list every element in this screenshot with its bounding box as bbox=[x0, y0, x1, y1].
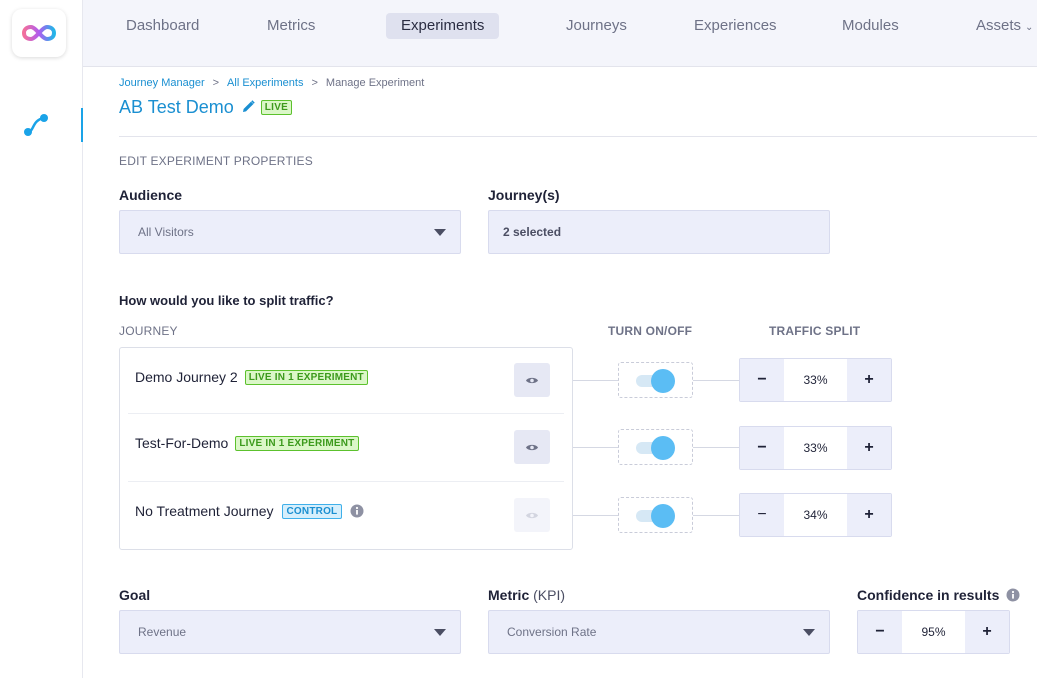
toggle-knob bbox=[651, 436, 675, 460]
tab-dashboard[interactable]: Dashboard bbox=[111, 13, 214, 39]
top-navigation: Dashboard Metrics Experiments Journeys E… bbox=[83, 0, 1037, 67]
journeys-value: 2 selected bbox=[503, 225, 562, 239]
journeys-label: Journey(s) bbox=[488, 187, 560, 203]
decrease-button[interactable]: − bbox=[858, 611, 902, 653]
toggle-knob bbox=[651, 504, 675, 528]
infinity-logo-icon bbox=[22, 24, 56, 42]
live-experiment-badge: LIVE IN 1 EXPERIMENT bbox=[244, 369, 368, 385]
metric-label-text: Metric bbox=[488, 587, 530, 603]
confidence-stepper: − 95% + bbox=[857, 610, 1010, 654]
info-icon[interactable] bbox=[1006, 588, 1020, 602]
page-title: AB Test Demo bbox=[119, 97, 234, 117]
journey-toggle[interactable] bbox=[618, 429, 693, 465]
sidebar bbox=[0, 0, 83, 678]
tab-experiences[interactable]: Experiences bbox=[679, 13, 792, 39]
sidebar-item-journeys[interactable] bbox=[0, 108, 83, 142]
metric-select[interactable]: Conversion Rate bbox=[488, 610, 830, 654]
connector-line bbox=[573, 515, 618, 516]
journey-name: Test-For-Demo bbox=[135, 435, 229, 451]
journey-row: No Treatment Journey CONTROL bbox=[135, 503, 364, 519]
active-indicator bbox=[81, 108, 83, 142]
traffic-stepper: − 33% + bbox=[739, 358, 892, 402]
decrease-button[interactable]: − bbox=[740, 427, 784, 469]
journey-list: Demo Journey 2 LIVE IN 1 EXPERIMENT Test… bbox=[119, 347, 573, 550]
journeys-select[interactable]: 2 selected bbox=[488, 210, 830, 254]
increase-button[interactable]: + bbox=[847, 427, 891, 469]
tab-metrics[interactable]: Metrics bbox=[252, 13, 330, 39]
section-title: EDIT EXPERIMENT PROPERTIES bbox=[119, 154, 313, 168]
traffic-value[interactable]: 34% bbox=[784, 494, 847, 536]
audience-value: All Visitors bbox=[138, 225, 194, 239]
increase-button[interactable]: + bbox=[965, 611, 1009, 653]
increase-button[interactable]: + bbox=[847, 359, 891, 401]
goal-label: Goal bbox=[119, 587, 151, 603]
status-badge: LIVE bbox=[260, 100, 293, 115]
traffic-stepper: − 34% + bbox=[739, 493, 892, 537]
column-header-traffic: TRAFFIC SPLIT bbox=[769, 324, 861, 338]
eye-icon bbox=[526, 512, 538, 518]
title-row: AB Test Demo LIVE bbox=[119, 97, 293, 118]
breadcrumb-separator: > bbox=[212, 77, 220, 89]
journey-toggle[interactable] bbox=[618, 497, 693, 533]
connector-line bbox=[693, 447, 739, 448]
tab-journeys[interactable]: Journeys bbox=[551, 13, 642, 39]
connector-line bbox=[573, 447, 618, 448]
preview-button-disabled bbox=[514, 498, 550, 532]
journey-name: No Treatment Journey bbox=[135, 503, 274, 519]
row-divider bbox=[128, 413, 564, 414]
breadcrumb: Journey Manager > All Experiments > Manage E… bbox=[119, 77, 424, 89]
eye-icon bbox=[526, 377, 538, 383]
control-badge: CONTROL bbox=[281, 503, 343, 519]
breadcrumb-current: Manage Experiment bbox=[325, 77, 425, 89]
divider bbox=[119, 136, 1037, 137]
audience-label: Audience bbox=[119, 187, 183, 203]
journey-name: Demo Journey 2 bbox=[135, 369, 238, 385]
tab-modules[interactable]: Modules bbox=[827, 13, 914, 39]
eye-icon bbox=[526, 444, 538, 450]
journey-icon bbox=[22, 112, 52, 143]
connector-line bbox=[573, 380, 618, 381]
confidence-value[interactable]: 95% bbox=[902, 611, 965, 653]
dropdown-arrow-icon bbox=[803, 629, 815, 636]
traffic-value[interactable]: 33% bbox=[784, 359, 847, 401]
metric-value: Conversion Rate bbox=[507, 625, 597, 639]
chevron-down-icon: ⌄ bbox=[1025, 22, 1034, 33]
preview-button[interactable] bbox=[514, 363, 550, 397]
dropdown-arrow-icon bbox=[434, 229, 446, 236]
live-experiment-badge: LIVE IN 1 EXPERIMENT bbox=[235, 435, 359, 451]
goal-select[interactable]: Revenue bbox=[119, 610, 461, 654]
decrease-button[interactable]: − bbox=[740, 494, 784, 536]
connector-line bbox=[693, 380, 739, 381]
tab-assets-label: Assets bbox=[976, 17, 1022, 34]
audience-select[interactable]: All Visitors bbox=[119, 210, 461, 254]
decrease-button[interactable]: − bbox=[740, 359, 784, 401]
breadcrumb-separator: > bbox=[311, 77, 318, 89]
breadcrumb-journey-manager[interactable]: Journey Manager bbox=[119, 77, 205, 89]
confidence-label-text: Confidence in results bbox=[857, 587, 1000, 603]
traffic-value[interactable]: 33% bbox=[784, 427, 847, 469]
breadcrumb-all-experiments[interactable]: All Experiments bbox=[227, 77, 303, 89]
increase-button[interactable]: + bbox=[847, 494, 891, 536]
app-logo[interactable] bbox=[12, 9, 66, 57]
column-header-journey: JOURNEY bbox=[119, 324, 178, 338]
journey-toggle[interactable] bbox=[618, 362, 693, 398]
metric-label: Metric (KPI) bbox=[488, 587, 565, 603]
confidence-label: Confidence in results bbox=[857, 587, 1020, 603]
traffic-stepper: − 33% + bbox=[739, 426, 892, 470]
column-header-toggle: TURN ON/OFF bbox=[608, 324, 693, 338]
tab-experiments[interactable]: Experiments bbox=[386, 13, 500, 39]
journey-row: Test-For-Demo LIVE IN 1 EXPERIMENT bbox=[135, 435, 359, 451]
metric-label-suffix: (KPI) bbox=[533, 587, 566, 603]
connector-line bbox=[693, 515, 739, 516]
goal-value: Revenue bbox=[138, 625, 187, 639]
dropdown-arrow-icon bbox=[434, 629, 446, 636]
pencil-icon[interactable] bbox=[242, 99, 255, 118]
split-question: How would you like to split traffic? bbox=[119, 293, 334, 308]
info-icon[interactable] bbox=[350, 504, 364, 518]
journey-row: Demo Journey 2 LIVE IN 1 EXPERIMENT bbox=[135, 369, 368, 385]
preview-button[interactable] bbox=[514, 430, 550, 464]
tab-assets[interactable]: Assets ⌄ bbox=[961, 13, 1037, 39]
row-divider bbox=[128, 481, 564, 482]
toggle-knob bbox=[651, 369, 675, 393]
